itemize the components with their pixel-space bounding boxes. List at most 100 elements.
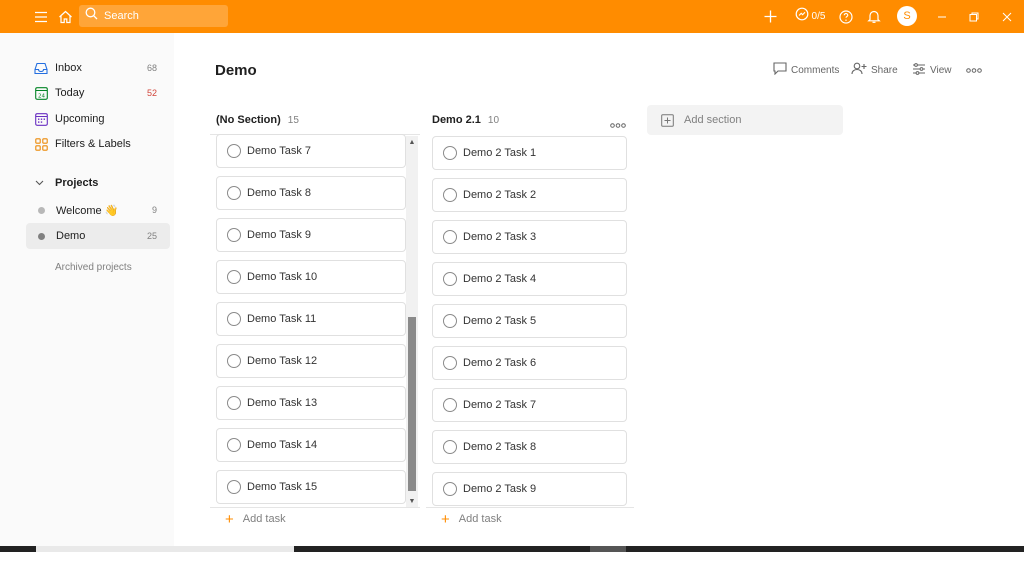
add-task-button[interactable]: + Add task bbox=[225, 509, 286, 529]
search-input[interactable] bbox=[104, 10, 214, 22]
karma-count: 0/5 bbox=[811, 11, 826, 22]
task-checkbox[interactable] bbox=[443, 188, 457, 202]
scroll-up-arrow-icon[interactable]: ▲ bbox=[406, 136, 418, 148]
calendar-upcoming-icon bbox=[34, 112, 48, 126]
task-card[interactable]: Demo 2 Task 1 bbox=[432, 136, 627, 170]
minimize-icon[interactable] bbox=[926, 0, 958, 33]
task-checkbox[interactable] bbox=[443, 398, 457, 412]
sidebar-item-label: Inbox bbox=[55, 62, 82, 74]
sidebar-item-inbox[interactable]: Inbox 68 bbox=[26, 56, 170, 80]
add-task-label: Add task bbox=[242, 513, 286, 525]
task-checkbox[interactable] bbox=[443, 356, 457, 370]
task-card[interactable]: Demo 2 Task 9 bbox=[432, 472, 627, 506]
task-checkbox[interactable] bbox=[227, 228, 241, 242]
sidebar-item-today[interactable]: 24 Today 52 bbox=[26, 81, 170, 105]
task-checkbox[interactable] bbox=[227, 480, 241, 494]
add-task-button[interactable]: + Add task bbox=[441, 509, 502, 529]
task-title: Demo 2 Task 9 bbox=[463, 483, 537, 495]
task-card[interactable]: Demo Task 8 bbox=[216, 176, 406, 210]
help-icon[interactable] bbox=[838, 0, 854, 33]
task-checkbox[interactable] bbox=[443, 314, 457, 328]
task-card[interactable]: Demo Task 11 bbox=[216, 302, 406, 336]
task-card[interactable]: Demo Task 13 bbox=[216, 386, 406, 420]
sidebar-item-label: Upcoming bbox=[55, 113, 105, 125]
task-card[interactable]: Demo Task 15 bbox=[216, 470, 406, 504]
task-checkbox[interactable] bbox=[443, 482, 457, 496]
task-card[interactable]: Demo 2 Task 5 bbox=[432, 304, 627, 338]
comments-label: Comments bbox=[791, 64, 840, 76]
task-card[interactable]: Demo Task 12 bbox=[216, 344, 406, 378]
menu-icon[interactable] bbox=[32, 0, 50, 33]
share-label: Share bbox=[871, 64, 898, 76]
sliders-icon bbox=[912, 62, 926, 78]
task-checkbox[interactable] bbox=[227, 438, 241, 452]
task-checkbox[interactable] bbox=[227, 312, 241, 326]
task-list-scrollbar[interactable]: ▲ ▼ bbox=[406, 136, 418, 507]
task-checkbox[interactable] bbox=[443, 230, 457, 244]
archived-projects-link[interactable]: Archived projects bbox=[55, 262, 132, 273]
home-icon[interactable] bbox=[56, 0, 74, 33]
main-content: Demo Comments Share View (No Section) 15 bbox=[174, 33, 1024, 546]
task-card[interactable]: Demo 2 Task 7 bbox=[432, 388, 627, 422]
sidebar-item-label: Today bbox=[55, 87, 85, 99]
chevron-down-icon[interactable] bbox=[35, 180, 44, 186]
task-checkbox[interactable] bbox=[443, 440, 457, 454]
view-button[interactable]: View bbox=[912, 62, 952, 78]
section-more-icon[interactable] bbox=[610, 115, 626, 133]
task-card[interactable]: Demo 2 Task 6 bbox=[432, 346, 627, 380]
more-options-icon[interactable] bbox=[966, 62, 982, 78]
close-icon[interactable] bbox=[991, 0, 1023, 33]
comments-button[interactable]: Comments bbox=[773, 62, 839, 78]
add-task-label: Add task bbox=[458, 513, 502, 525]
section-header-no-section: (No Section) 15 bbox=[216, 112, 299, 128]
notification-bell-icon[interactable] bbox=[866, 0, 882, 33]
sidebar-item-demo[interactable]: Demo 25 bbox=[26, 223, 170, 249]
sidebar-item-filters-labels[interactable]: Filters & Labels bbox=[26, 132, 170, 156]
section-count: 15 bbox=[287, 114, 299, 126]
task-checkbox[interactable] bbox=[227, 186, 241, 200]
task-title: Demo Task 9 bbox=[247, 229, 311, 241]
projects-header[interactable]: Projects bbox=[26, 174, 170, 192]
search-box[interactable] bbox=[79, 5, 228, 27]
task-title: Demo 2 Task 3 bbox=[463, 231, 537, 243]
sidebar-item-upcoming[interactable]: Upcoming bbox=[26, 107, 170, 131]
task-card[interactable]: Demo 2 Task 4 bbox=[432, 262, 627, 296]
share-button[interactable]: Share bbox=[851, 62, 898, 78]
task-checkbox[interactable] bbox=[443, 272, 457, 286]
karma-button[interactable]: 0/5 bbox=[791, 0, 829, 33]
section-name: (No Section) bbox=[216, 114, 281, 126]
scroll-down-arrow-icon[interactable]: ▼ bbox=[406, 495, 418, 507]
sidebar-item-label: Filters & Labels bbox=[55, 138, 131, 150]
restore-icon[interactable] bbox=[958, 0, 990, 33]
task-checkbox[interactable] bbox=[227, 270, 241, 284]
scrollbar-thumb[interactable] bbox=[408, 317, 416, 491]
task-title: Demo 2 Task 4 bbox=[463, 273, 537, 285]
add-section-button[interactable]: Add section bbox=[647, 105, 843, 135]
inbox-icon bbox=[34, 61, 48, 75]
task-title: Demo Task 10 bbox=[247, 271, 318, 283]
task-card[interactable]: Demo 2 Task 8 bbox=[432, 430, 627, 464]
project-dot-icon bbox=[34, 203, 48, 217]
task-checkbox[interactable] bbox=[443, 146, 457, 160]
task-checkbox[interactable] bbox=[227, 144, 241, 158]
sidebar-item-welcome[interactable]: Welcome 👋 9 bbox=[26, 198, 170, 222]
today-count: 52 bbox=[146, 88, 157, 98]
task-card[interactable]: Demo Task 7 bbox=[216, 134, 406, 168]
task-card[interactable]: Demo Task 14 bbox=[216, 428, 406, 462]
section-count: 10 bbox=[487, 114, 500, 126]
svg-text:24: 24 bbox=[38, 93, 45, 99]
avatar[interactable]: S bbox=[897, 6, 917, 26]
task-card[interactable]: Demo Task 10 bbox=[216, 260, 406, 294]
task-checkbox[interactable] bbox=[227, 354, 241, 368]
top-bar: 0/5 S bbox=[0, 0, 1024, 33]
task-card[interactable]: Demo 2 Task 2 bbox=[432, 178, 627, 212]
task-checkbox[interactable] bbox=[227, 396, 241, 410]
project-dot-icon bbox=[34, 229, 48, 243]
task-title: Demo Task 14 bbox=[247, 439, 318, 451]
add-icon[interactable] bbox=[762, 0, 778, 33]
task-title: Demo 2 Task 1 bbox=[463, 147, 537, 159]
task-card[interactable]: Demo 2 Task 3 bbox=[432, 220, 627, 254]
task-card[interactable]: Demo Task 9 bbox=[216, 218, 406, 252]
productivity-icon bbox=[795, 7, 809, 26]
app-window: 0/5 S Inbox 68 24 bbox=[0, 0, 1024, 576]
